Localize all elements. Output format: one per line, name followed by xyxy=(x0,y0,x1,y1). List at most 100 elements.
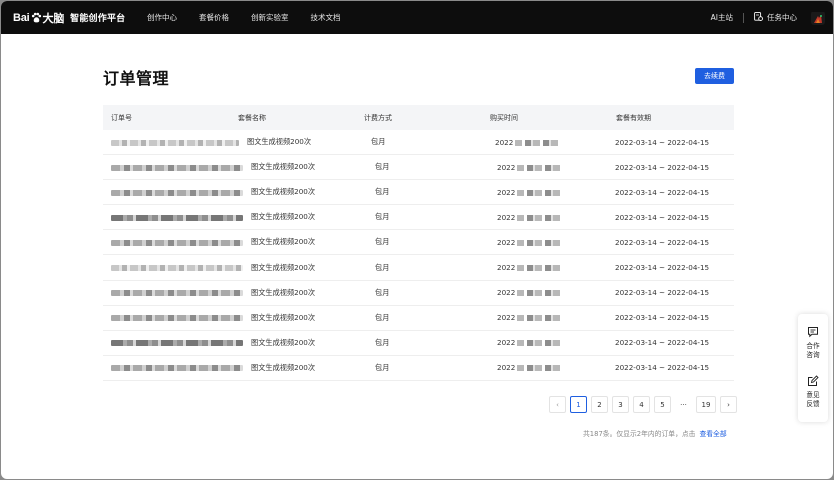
validity-cell: 2022-03-14 ~ 2022-04-15 xyxy=(615,288,710,298)
table-header: 订单号 套餐名称 计费方式 购买时间 套餐有效期 xyxy=(103,105,734,130)
package-cell: 图文生成视频200次 xyxy=(251,312,316,322)
package-cell: 图文生成视频200次 xyxy=(251,262,316,272)
purchase-time-cell: 2022 xyxy=(483,313,609,322)
purchase-time-redacted xyxy=(517,214,564,221)
page-button-3[interactable]: 3 xyxy=(612,396,629,413)
validity-cell: 2022-03-14 ~ 2022-04-15 xyxy=(615,237,710,247)
package-cell: 图文生成视频200次 xyxy=(251,187,316,197)
table-row: 图文生成视频200次 包月 2022 2022-03-14 ~ 2022-04-… xyxy=(103,155,734,181)
baidu-brain-logo: Bai 大脑 xyxy=(13,10,64,26)
page-button-5[interactable]: 5 xyxy=(654,396,671,413)
purchase-year: 2022 xyxy=(497,263,516,273)
package-cell: 图文生成视频200次 xyxy=(247,137,312,147)
purchase-time-redacted xyxy=(515,139,562,146)
column-header-billing: 计费方式 xyxy=(364,113,392,122)
order-id-redacted xyxy=(103,363,243,372)
purchase-time-cell: 2022 xyxy=(483,263,609,272)
cooperate-label-1: 合作 xyxy=(806,342,820,350)
validity-cell: 2022-03-14 ~ 2022-04-15 xyxy=(615,187,710,197)
billing-cell: 包月 xyxy=(371,137,386,147)
order-id-redacted xyxy=(103,163,243,172)
feedback-label-2: 反馈 xyxy=(806,400,820,408)
purchase-time-cell: 2022 xyxy=(483,363,609,372)
table-row: 图文生成视频200次 包月 2022 2022-03-14 ~ 2022-04-… xyxy=(103,180,734,206)
order-count-note: 共187条。仅显示2年内的订单，点击 查看全部 xyxy=(583,428,727,438)
billing-cell: 包月 xyxy=(375,162,390,172)
order-id-redacted xyxy=(103,138,239,147)
paw-icon xyxy=(31,12,42,23)
validity-cell: 2022-03-14 ~ 2022-04-15 xyxy=(615,313,710,323)
order-id-redacted xyxy=(103,263,243,272)
package-cell: 图文生成视频200次 xyxy=(251,237,316,247)
ai-home-link[interactable]: AI主站 xyxy=(711,12,733,23)
nav-divider xyxy=(743,12,744,23)
view-all-link[interactable]: 查看全部 xyxy=(699,430,726,438)
purchase-time-cell: 2022 xyxy=(483,188,609,197)
pagination: ‹ 1 2 3 4 5 ··· 19 › xyxy=(549,396,741,413)
package-cell: 图文生成视频200次 xyxy=(251,362,316,372)
table-row: 图文生成视频200次 包月 2022 2022-03-14 ~ 2022-04-… xyxy=(103,130,734,156)
billing-cell: 包月 xyxy=(375,337,390,347)
task-center-link[interactable]: 任务中心 xyxy=(754,12,797,23)
nav-item-innovation-lab[interactable]: 创新实验室 xyxy=(251,12,289,23)
edit-icon xyxy=(807,372,819,391)
nav-item-pricing[interactable]: 套餐价格 xyxy=(199,12,229,23)
validity-cell: 2022-03-14 ~ 2022-04-15 xyxy=(615,338,710,348)
billing-cell: 包月 xyxy=(375,287,390,297)
purchase-year: 2022 xyxy=(497,187,516,197)
user-avatar[interactable] xyxy=(811,11,825,25)
feedback-button[interactable]: 意见 反馈 xyxy=(798,372,828,409)
purchase-year: 2022 xyxy=(497,288,516,298)
column-header-validity: 套餐有效期 xyxy=(616,113,651,122)
purchase-time-cell: 2022 xyxy=(483,138,609,147)
validity-cell: 2022-03-14 ~ 2022-04-15 xyxy=(615,162,710,172)
chat-icon xyxy=(807,323,819,342)
page-button-1[interactable]: 1 xyxy=(570,396,587,413)
pagination-ellipsis[interactable]: ··· xyxy=(675,396,692,413)
order-id-redacted xyxy=(103,338,243,347)
app-window: Bai 大脑 智能创作平台 创作中心 套餐价格 创新实验室 技术文档 AI主站 … xyxy=(1,1,833,479)
order-id-redacted xyxy=(103,238,243,247)
nav-item-docs[interactable]: 技术文档 xyxy=(311,12,341,23)
task-icon xyxy=(754,12,767,23)
nav-right: AI主站 任务中心 xyxy=(711,1,825,34)
page-button-4[interactable]: 4 xyxy=(633,396,650,413)
purchase-time-cell: 2022 xyxy=(483,238,609,247)
table-row: 图文生成视频200次 包月 2022 2022-03-14 ~ 2022-04-… xyxy=(103,306,734,331)
logo-text-left: Bai xyxy=(13,11,30,24)
chevron-left-icon[interactable]: ‹ xyxy=(549,396,566,413)
feedback-label-1: 意见 xyxy=(806,391,820,399)
cooperation-consult-button[interactable]: 合作 咨询 xyxy=(798,323,828,360)
page-button-last[interactable]: 19 xyxy=(696,396,716,413)
task-center-label: 任务中心 xyxy=(767,13,797,22)
billing-cell: 包月 xyxy=(375,312,390,322)
purchase-time-redacted xyxy=(517,189,564,196)
column-header-package: 套餐名称 xyxy=(238,113,266,122)
validity-cell: 2022-03-14 ~ 2022-04-15 xyxy=(615,212,710,222)
purchase-time-redacted xyxy=(517,340,564,347)
brand[interactable]: Bai 大脑 智能创作平台 xyxy=(13,1,125,34)
nav-item-create-center[interactable]: 创作中心 xyxy=(147,12,177,23)
billing-cell: 包月 xyxy=(375,187,390,197)
renew-button[interactable]: 去续费 xyxy=(695,68,734,84)
purchase-year: 2022 xyxy=(497,212,516,222)
cooperate-label-2: 咨询 xyxy=(806,351,820,359)
purchase-time-cell: 2022 xyxy=(483,213,609,222)
table-row: 图文生成视频200次 包月 2022 2022-03-14 ~ 2022-04-… xyxy=(103,255,734,281)
purchase-time-redacted xyxy=(517,164,564,171)
chevron-right-icon[interactable]: › xyxy=(720,396,737,413)
page-title: 订单管理 xyxy=(103,69,170,88)
order-count-text: 共187条。仅显示2年内的订单，点击 xyxy=(583,430,696,438)
table-row: 图文生成视频200次 包月 2022 2022-03-14 ~ 2022-04-… xyxy=(103,205,734,231)
page-button-2[interactable]: 2 xyxy=(591,396,608,413)
column-header-order-id: 订单号 xyxy=(111,113,132,122)
validity-cell: 2022-03-14 ~ 2022-04-15 xyxy=(615,263,710,273)
purchase-year: 2022 xyxy=(497,313,516,323)
table-row: 图文生成视频200次 包月 2022 2022-03-14 ~ 2022-04-… xyxy=(103,230,734,256)
order-id-redacted xyxy=(103,188,243,197)
purchase-time-redacted xyxy=(517,239,564,246)
billing-cell: 包月 xyxy=(375,362,390,372)
purchase-time-redacted xyxy=(517,315,564,322)
order-id-redacted xyxy=(103,288,243,297)
package-cell: 图文生成视频200次 xyxy=(251,162,316,172)
